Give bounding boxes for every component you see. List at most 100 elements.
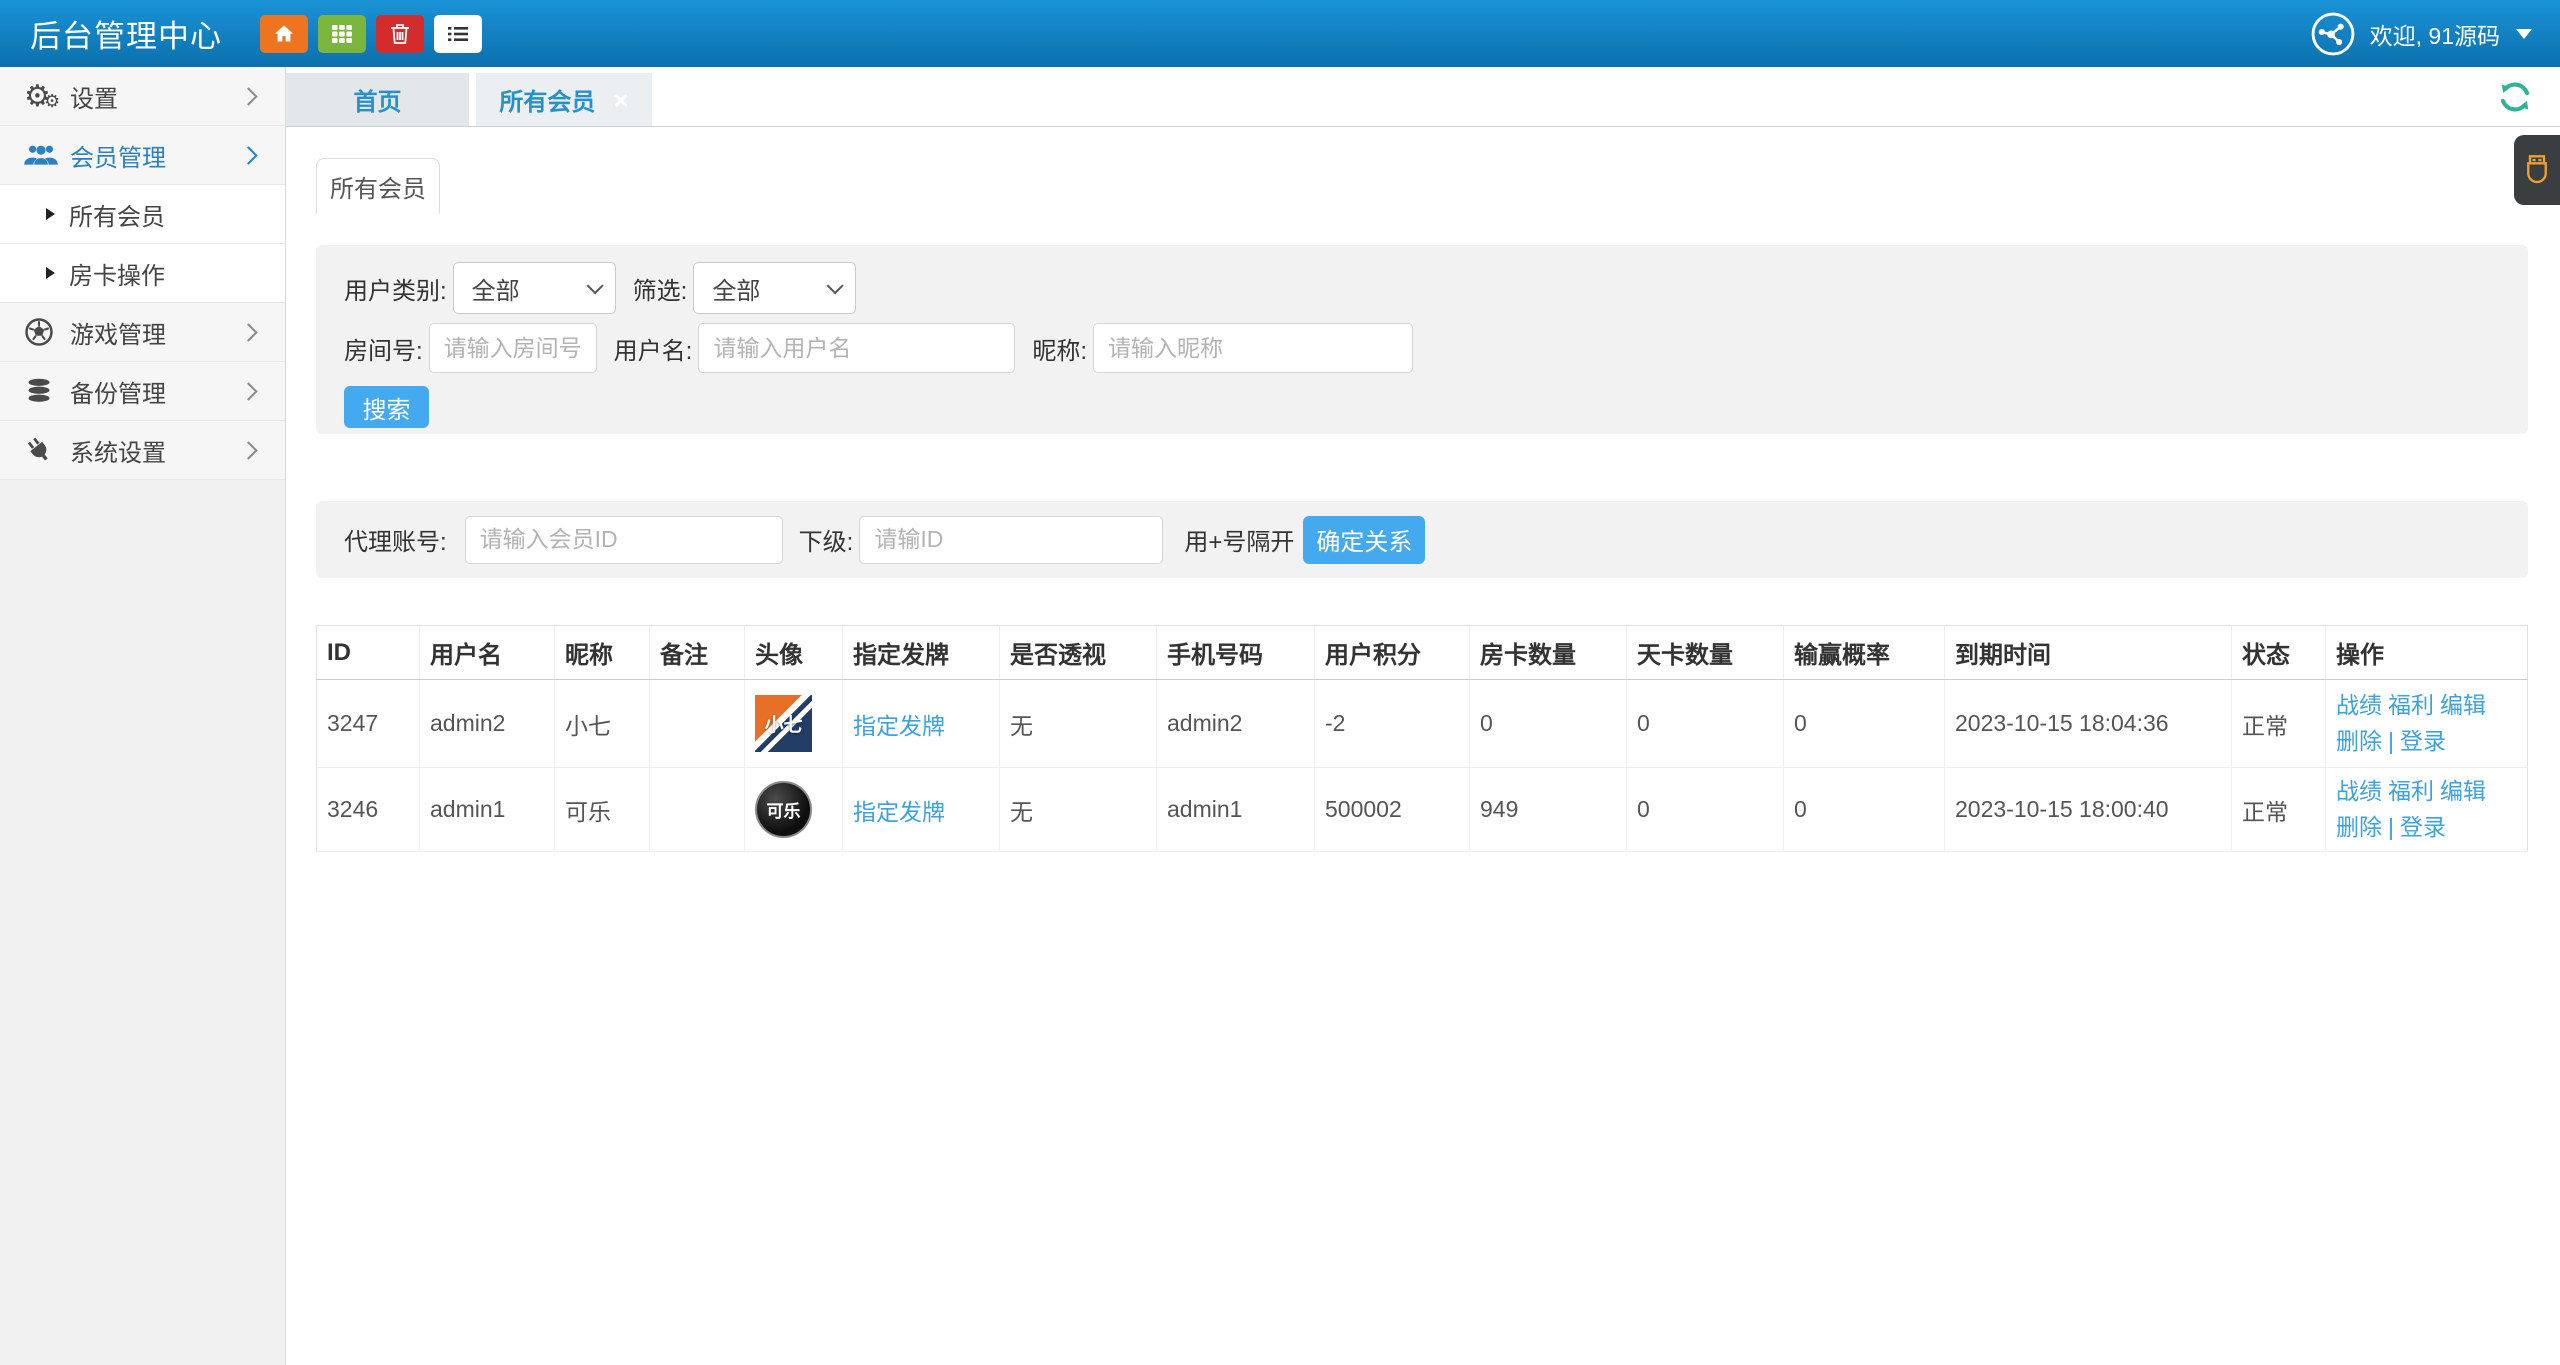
deal-link[interactable]: 指定发牌 (853, 799, 945, 825)
welcome-text: 欢迎, 91源码 (2370, 17, 2500, 51)
col-points: 用户积分 (1315, 626, 1470, 680)
home-button[interactable] (260, 15, 308, 53)
username-label: 用户名: (614, 331, 693, 366)
chevron-right-icon (239, 382, 257, 400)
cell-expire: 2023-10-15 18:04:36 (1945, 680, 2232, 768)
plug-icon (24, 435, 70, 465)
login-link[interactable]: 登录 (2400, 728, 2446, 754)
username-input[interactable] (698, 323, 1015, 373)
user-type-label: 用户类别: (344, 271, 447, 306)
chevron-down-icon (586, 277, 603, 294)
cell-username: admin2 (420, 680, 555, 768)
tab-all-members[interactable]: 所有会员 × (476, 73, 652, 126)
refresh-button[interactable] (2496, 78, 2534, 116)
cell-id: 3247 (317, 680, 420, 768)
sidebar-item-members[interactable]: 会员管理 (0, 126, 285, 185)
gears-icon: ⚙⚙ (24, 79, 70, 114)
grid-button[interactable] (318, 15, 366, 53)
sidebar-item-label: 系统设置 (70, 433, 242, 468)
cell-ops: 战绩福利编辑 删除|登录 (2326, 768, 2528, 852)
confirm-relation-button[interactable]: 确定关系 (1303, 516, 1425, 564)
cell-phone: admin1 (1157, 768, 1315, 852)
record-link[interactable]: 战绩 (2336, 692, 2382, 718)
cell-remark (650, 680, 745, 768)
chevron-down-icon (827, 277, 844, 294)
sidebar-subitem-all-members[interactable]: 所有会员 (0, 185, 285, 244)
close-icon[interactable]: × (613, 87, 628, 113)
sidebar-item-settings[interactable]: ⚙⚙ 设置 (0, 67, 285, 126)
col-nickname: 昵称 (555, 626, 650, 680)
cell-perspective: 无 (1000, 680, 1157, 768)
table-row: 3247 admin2 小七 小七 指定发牌 无 admin2 (317, 680, 2528, 768)
usb-floating-widget[interactable] (2514, 135, 2560, 205)
delete-link[interactable]: 删除 (2336, 728, 2382, 754)
sidebar-filler (0, 480, 285, 1365)
usb-icon (2523, 147, 2551, 194)
cell-nickname: 可乐 (555, 768, 650, 852)
sidebar-subitem-room-cards[interactable]: 房卡操作 (0, 244, 285, 303)
cell-deal: 指定发牌 (843, 768, 1000, 852)
delete-link[interactable]: 删除 (2336, 814, 2382, 840)
cell-points: -2 (1315, 680, 1470, 768)
welfare-link[interactable]: 福利 (2388, 692, 2434, 718)
sidebar: ⚙⚙ 设置 会员管理 所有会员 (0, 67, 286, 1365)
sidebar-item-label: 游戏管理 (70, 315, 242, 350)
sidebar-item-backup[interactable]: 备份管理 (0, 362, 285, 421)
select-value: 全部 (712, 271, 760, 306)
cell-win-rate: 0 (1784, 680, 1945, 768)
agent-box: 代理账号: 下级: 用+号隔开 确定关系 (316, 501, 2528, 578)
col-room-cards: 房卡数量 (1470, 626, 1627, 680)
trash-button[interactable] (376, 15, 424, 53)
col-status: 状态 (2232, 626, 2326, 680)
nickname-input[interactable] (1093, 323, 1413, 373)
header-toolbar (260, 15, 482, 53)
ops-separator: | (2388, 814, 2394, 840)
tab-home[interactable]: 首页 (286, 73, 469, 126)
cell-status: 正常 (2232, 768, 2326, 852)
table-row: 3246 admin1 可乐 可乐 指定发牌 无 admin1 (317, 768, 2528, 852)
col-ops: 操作 (2326, 626, 2528, 680)
caret-right-icon (46, 267, 55, 279)
agent-hint: 用+号隔开 (1184, 522, 1294, 557)
cell-deal: 指定发牌 (843, 680, 1000, 768)
login-link[interactable]: 登录 (2400, 814, 2446, 840)
filter-select[interactable]: 全部 (693, 262, 856, 314)
cell-status: 正常 (2232, 680, 2326, 768)
sidebar-item-system[interactable]: 系统设置 (0, 421, 285, 480)
cell-perspective: 无 (1000, 768, 1157, 852)
users-icon (24, 143, 70, 167)
room-input[interactable] (429, 323, 597, 373)
cell-nickname: 小七 (555, 680, 650, 768)
record-link[interactable]: 战绩 (2336, 778, 2382, 804)
cell-day-cards: 0 (1627, 768, 1784, 852)
col-username: 用户名 (420, 626, 555, 680)
members-table: ID 用户名 昵称 备注 头像 指定发牌 是否透视 手机号码 用户积分 房卡数量… (316, 625, 2528, 852)
cell-username: admin1 (420, 768, 555, 852)
list-button[interactable] (434, 15, 482, 53)
cell-win-rate: 0 (1784, 768, 1945, 852)
network-icon (2310, 11, 2356, 57)
app-title: 后台管理中心 (30, 11, 222, 56)
cell-avatar: 可乐 (745, 768, 843, 852)
chevron-right-icon (239, 323, 257, 341)
header-bar: 后台管理中心 (0, 0, 2560, 67)
welfare-link[interactable]: 福利 (2388, 778, 2434, 804)
col-id: ID (317, 626, 420, 680)
user-type-select[interactable]: 全部 (453, 262, 616, 314)
deal-link[interactable]: 指定发牌 (853, 713, 945, 739)
user-menu[interactable]: 欢迎, 91源码 (2310, 11, 2532, 57)
agent-sub-input[interactable] (859, 516, 1163, 564)
edit-link[interactable]: 编辑 (2440, 692, 2486, 718)
search-button[interactable]: 搜索 (344, 386, 429, 428)
sidebar-item-label: 所有会员 (69, 197, 261, 232)
cell-phone: admin2 (1157, 680, 1315, 768)
edit-link[interactable]: 编辑 (2440, 778, 2486, 804)
ops-separator: | (2388, 728, 2394, 754)
col-phone: 手机号码 (1157, 626, 1315, 680)
grid-icon (330, 22, 354, 46)
agent-account-input[interactable] (465, 516, 783, 564)
col-day-cards: 天卡数量 (1627, 626, 1784, 680)
cell-ops: 战绩福利编辑 删除|登录 (2326, 680, 2528, 768)
sidebar-item-games[interactable]: 游戏管理 (0, 303, 285, 362)
tab-label: 所有会员 (499, 82, 595, 117)
